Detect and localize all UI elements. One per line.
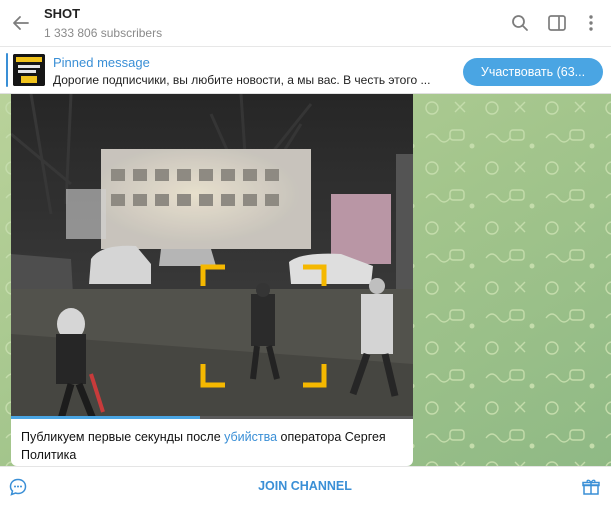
channel-footer: JOIN CHANNEL [0, 466, 611, 505]
video-progress-track[interactable] [11, 416, 413, 419]
video-progress-fill [11, 416, 200, 419]
gift-icon[interactable] [581, 477, 601, 497]
channel-post: Публикуем первые секунды после убийства … [11, 94, 413, 466]
pinned-indicator [6, 53, 8, 87]
more-vertical-icon[interactable] [580, 12, 602, 34]
search-icon[interactable] [509, 12, 531, 34]
caption-text: Публикуем первые секунды после [21, 430, 225, 444]
channel-header: SHOT 1 333 806 subscribers [0, 0, 611, 46]
sidebar-toggle-icon[interactable] [546, 12, 568, 34]
back-arrow-icon[interactable] [8, 10, 34, 36]
caption-link[interactable]: убийства [224, 430, 277, 444]
pinned-text: Дорогие подписчики, вы любите новости, а… [53, 73, 431, 87]
pinned-title: Pinned message [53, 55, 150, 70]
chat-area: Публикуем первые секунды после убийства … [0, 94, 611, 466]
channel-title[interactable]: SHOT [44, 6, 80, 21]
pinned-message-bar[interactable]: Pinned message Дорогие подписчики, вы лю… [0, 46, 611, 94]
video-player[interactable] [11, 94, 413, 419]
post-caption: Публикуем первые секунды после убийства … [21, 428, 406, 464]
participate-button[interactable]: Участвовать (63... [463, 58, 603, 86]
join-channel-button[interactable]: JOIN CHANNEL [205, 467, 405, 505]
pinned-thumbnail [13, 54, 45, 86]
video-frame [11, 94, 413, 419]
subscriber-count: 1 333 806 subscribers [44, 26, 163, 40]
chat-bubble-icon[interactable] [8, 477, 28, 497]
